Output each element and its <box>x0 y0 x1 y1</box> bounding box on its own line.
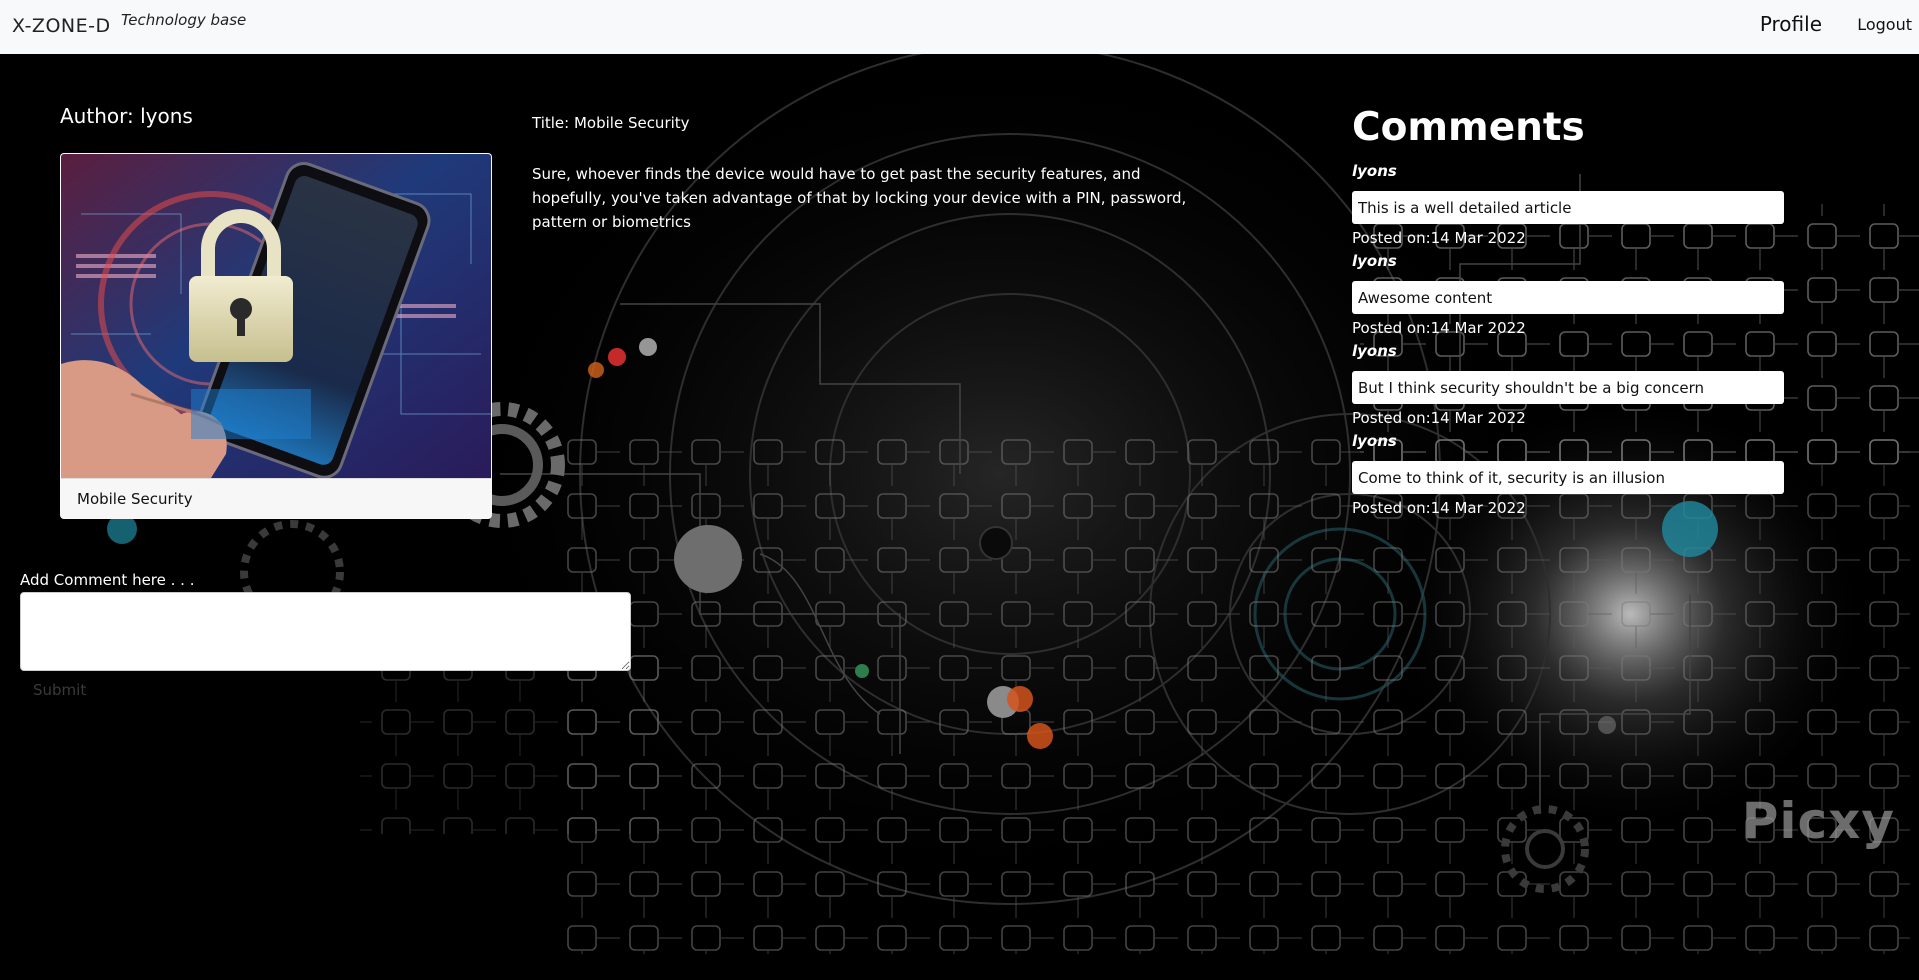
brand-logo[interactable]: X-ZONE-D <box>12 15 111 37</box>
comment-date: Posted on:14 Mar 2022 <box>1352 499 1526 517</box>
post-page: Author: lyons Mobile Security Title: Mob… <box>0 54 1919 980</box>
mobile-security-image <box>61 154 491 478</box>
comment-text: Come to think of it, security is an illu… <box>1352 461 1784 494</box>
add-comment-label: Add Comment here . . . <box>20 571 195 589</box>
comment-textarea[interactable] <box>20 592 631 671</box>
comment-date: Posted on:14 Mar 2022 <box>1352 409 1526 427</box>
comment-text: But I think security shouldn't be a big … <box>1352 371 1784 404</box>
post-image-card: Mobile Security <box>60 153 492 519</box>
comment-date: Posted on:14 Mar 2022 <box>1352 229 1526 247</box>
brand-tagline: Technology base <box>121 11 247 29</box>
comments-heading: Comments <box>1352 105 1585 150</box>
post-body: Sure, whoever finds the device would hav… <box>532 165 1187 231</box>
comment-date: Posted on:14 Mar 2022 <box>1352 319 1526 337</box>
comment-text: Awesome content <box>1352 281 1784 314</box>
comment-text: This is a well detailed article <box>1352 191 1784 224</box>
top-navbar: X-ZONE-D Technology base Profile Logout <box>0 0 1919 54</box>
comment-author: lyons <box>1352 432 1397 450</box>
comment-author: lyons <box>1352 342 1397 360</box>
post-title: Title: Mobile Security <box>532 114 690 132</box>
profile-link[interactable]: Profile <box>1760 12 1822 36</box>
submit-button[interactable]: Submit <box>33 681 86 699</box>
post-author: Author: lyons <box>60 104 193 128</box>
logout-link[interactable]: Logout <box>1857 15 1912 34</box>
comment-author: lyons <box>1352 162 1397 180</box>
image-caption: Mobile Security <box>61 478 491 518</box>
comment-author: lyons <box>1352 252 1397 270</box>
